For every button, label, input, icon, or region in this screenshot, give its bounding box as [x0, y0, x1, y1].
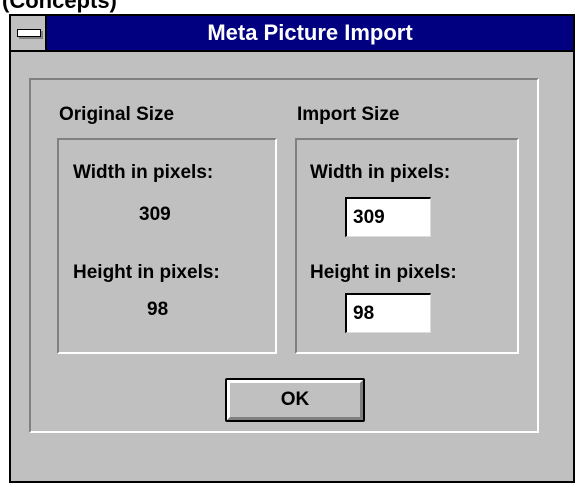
original-size-heading: Original Size	[59, 104, 175, 125]
original-width-value: 309	[139, 204, 171, 225]
import-height-label: Height in pixels:	[310, 262, 457, 283]
background-text: (Concepts)	[2, 0, 117, 13]
meta-picture-import-dialog: Meta Picture Import Original Size Import…	[9, 14, 575, 483]
import-height-field[interactable]	[345, 293, 431, 333]
original-height-label: Height in pixels:	[73, 262, 220, 283]
window-title: Meta Picture Import	[207, 20, 413, 45]
system-menu-icon	[17, 29, 41, 37]
original-height-value: 98	[147, 299, 169, 320]
import-size-heading: Import Size	[297, 104, 400, 125]
system-menu-button[interactable]	[11, 16, 47, 50]
ok-button[interactable]: OK	[225, 378, 365, 422]
import-width-field[interactable]	[345, 197, 431, 237]
original-width-label: Width in pixels:	[73, 162, 214, 183]
ok-button-label: OK	[227, 380, 363, 420]
title-bar[interactable]: Meta Picture Import	[11, 16, 573, 52]
import-width-label: Width in pixels:	[310, 162, 451, 183]
